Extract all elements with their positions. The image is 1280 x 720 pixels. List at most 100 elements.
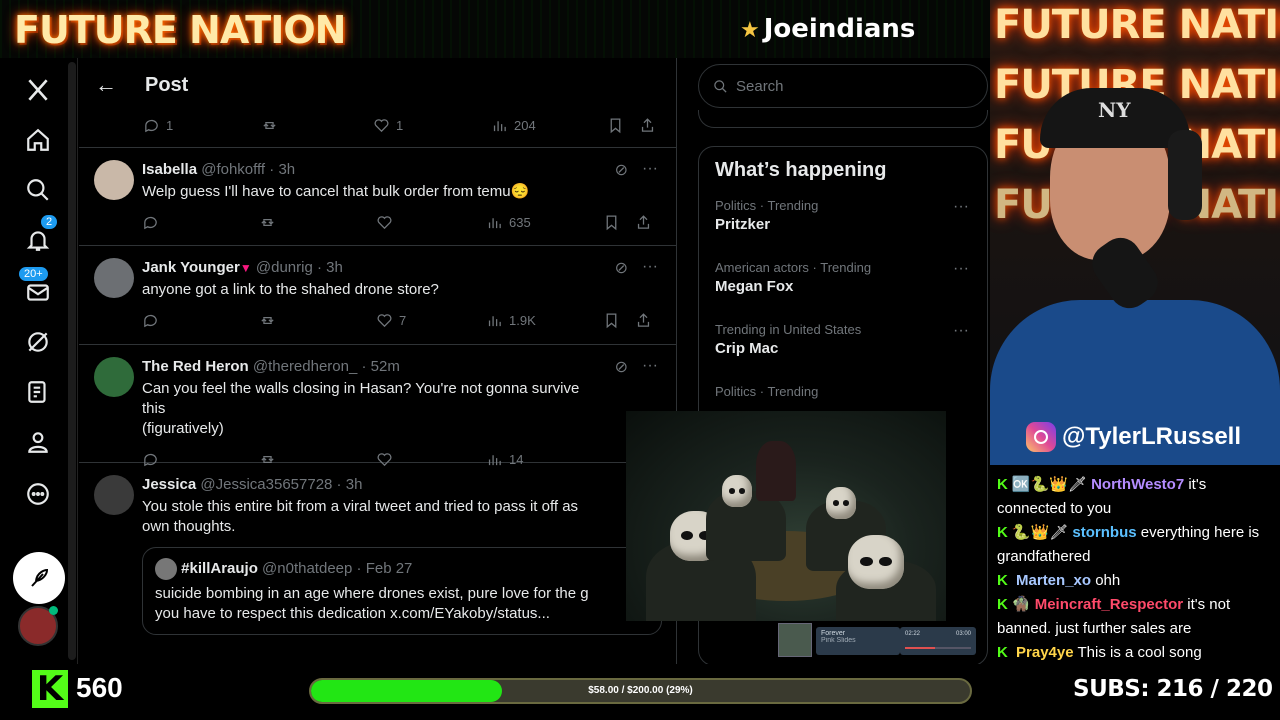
kick-icon: K [997, 596, 1008, 613]
chat-username[interactable]: NorthWesto7 [1091, 476, 1184, 493]
chat-message: K 🐍👑🗡 stornbus everything here is grandfa… [997, 521, 1274, 569]
repost-button[interactable] [259, 312, 376, 329]
like-count: 7 [399, 312, 407, 328]
more-icon[interactable]: ··· [953, 198, 969, 216]
tweet-time[interactable]: 3h [326, 259, 343, 276]
kick-icon: K [997, 524, 1008, 541]
reply-tweet[interactable]: The Red Heron @theredheron_ · 52m Can yo… [79, 345, 676, 467]
reply-tweet[interactable]: Isabella @fohkofff · 3h Welp guess I'll … [79, 148, 676, 246]
more-icon[interactable]: ··· [642, 258, 658, 278]
more-icon[interactable] [18, 474, 58, 514]
nav-scrollbar[interactable] [68, 62, 76, 660]
grok-icon[interactable]: ⊘ [615, 357, 628, 377]
avatar[interactable] [94, 258, 134, 298]
reply-button[interactable] [142, 312, 259, 329]
chat-username[interactable]: stornbus [1072, 524, 1136, 541]
notifications-icon[interactable]: 2 [18, 214, 59, 260]
reply-button[interactable] [142, 214, 259, 231]
bookmark-button[interactable] [607, 117, 639, 134]
more-icon[interactable]: ··· [953, 322, 969, 340]
song-elapsed: 02:22 [905, 631, 921, 637]
notifications-badge: 2 [40, 214, 59, 230]
reply-tweet[interactable]: Jessica @Jessica35657728 · 3h You stole … [79, 463, 676, 653]
more-icon[interactable]: ··· [642, 357, 658, 377]
search-placeholder: Search [736, 77, 784, 95]
lists-icon[interactable] [18, 372, 58, 412]
headphones [1168, 130, 1202, 220]
avatar[interactable] [94, 357, 134, 397]
share-button[interactable] [639, 117, 656, 134]
search-icon[interactable] [18, 170, 58, 210]
author-handle[interactable]: @dunrig [256, 259, 313, 276]
quoted-tweet[interactable]: #killAraujo @n0thatdeep · Feb 27 suicide… [142, 547, 662, 635]
kick-icon: K [997, 476, 1008, 493]
author-handle[interactable]: @fohkofff [201, 161, 265, 178]
chat-text: This is a cool song [1077, 644, 1202, 661]
repost-button[interactable] [261, 117, 373, 134]
brand-logo-text: FUTURE NATION [14, 8, 346, 52]
x-logo-icon[interactable] [18, 70, 58, 110]
tweet-time[interactable]: 52m [371, 358, 400, 375]
neon-sign-text: FUTURE NATION [994, 2, 1280, 48]
author-name[interactable]: Jessica [142, 476, 196, 493]
reply-button[interactable]: 1 [143, 117, 261, 134]
avatar[interactable] [94, 475, 134, 515]
online-dot [49, 606, 58, 615]
song-title: Forever [821, 630, 846, 637]
chat-username[interactable]: Marten_xo [1016, 572, 1091, 589]
author-name[interactable]: The Red Heron [142, 358, 249, 375]
trend-item[interactable]: Trending in United States Crip Mac ··· [715, 322, 971, 384]
messages-icon[interactable]: 20+ [18, 266, 58, 312]
grok-icon[interactable]: ⊘ [615, 160, 628, 180]
share-icon [637, 214, 650, 229]
bookmark-button[interactable] [603, 214, 635, 231]
tweet-text: anyone got a link to the shahed drone st… [142, 281, 439, 298]
mask [848, 535, 904, 589]
more-icon[interactable]: ··· [642, 160, 658, 180]
share-icon [641, 118, 654, 132]
tweet-time[interactable]: 3h [278, 161, 295, 178]
tweet-time[interactable]: 3h [346, 476, 363, 493]
like-button[interactable]: 7 [376, 312, 486, 329]
views-button[interactable]: 635 [486, 214, 603, 231]
panel-title: What’s happening [715, 159, 887, 181]
reply-tweet[interactable]: Jank Younger▼ @dunrig · 3h anyone got a … [79, 246, 676, 345]
repost-icon [261, 316, 274, 324]
chat-message: K Pray4ye This is a cool song [997, 641, 1274, 665]
author-handle[interactable]: @Jessica35657728 [200, 476, 332, 493]
bookmark-button[interactable] [603, 312, 635, 329]
chat-badges: 🆗🐍👑🗡 [1011, 476, 1087, 493]
grok-icon[interactable] [18, 322, 58, 362]
profile-icon[interactable] [18, 422, 58, 462]
share-button[interactable] [635, 214, 652, 231]
home-icon[interactable] [18, 120, 58, 160]
trend-context: Trending in United States [715, 322, 862, 337]
author-name[interactable]: Isabella [142, 161, 197, 178]
chat-badges: 🧌 [1011, 596, 1031, 613]
trend-context: American actors · Trending [715, 260, 872, 275]
trend-item[interactable]: Politics · Trending Pritzker ··· [715, 198, 971, 260]
like-button[interactable] [376, 214, 486, 231]
account-avatar[interactable] [18, 606, 58, 646]
author-name[interactable]: Jank Younger [142, 259, 240, 276]
share-button[interactable] [635, 312, 652, 329]
chat-username[interactable]: Meincraft_Respector [1035, 596, 1183, 613]
avatar[interactable] [94, 160, 134, 200]
more-icon[interactable]: ··· [953, 260, 969, 278]
quote-time: Feb 27 [365, 559, 413, 577]
back-arrow-icon[interactable]: ← [95, 72, 145, 98]
grok-icon[interactable]: ⊘ [615, 258, 628, 278]
author-handle[interactable]: @theredheron_ [253, 358, 357, 375]
chat-username[interactable]: Pray4ye [1016, 644, 1074, 661]
page-title: Post [145, 73, 189, 96]
compose-post-button[interactable] [13, 552, 65, 604]
like-button[interactable]: 1 [373, 117, 491, 134]
tweet-action-bar: 7 1.9K [142, 300, 660, 340]
views-button[interactable]: 1.9K [486, 312, 603, 329]
tweet-text: Welp guess I'll have to cancel that bulk… [142, 183, 530, 200]
trend-item[interactable]: American actors · Trending Megan Fox ··· [715, 260, 971, 322]
kick-follower-count: 560 [76, 672, 123, 703]
repost-button[interactable] [259, 214, 376, 231]
views-button[interactable]: 204 [491, 117, 607, 134]
search-input[interactable]: Search [698, 64, 988, 108]
